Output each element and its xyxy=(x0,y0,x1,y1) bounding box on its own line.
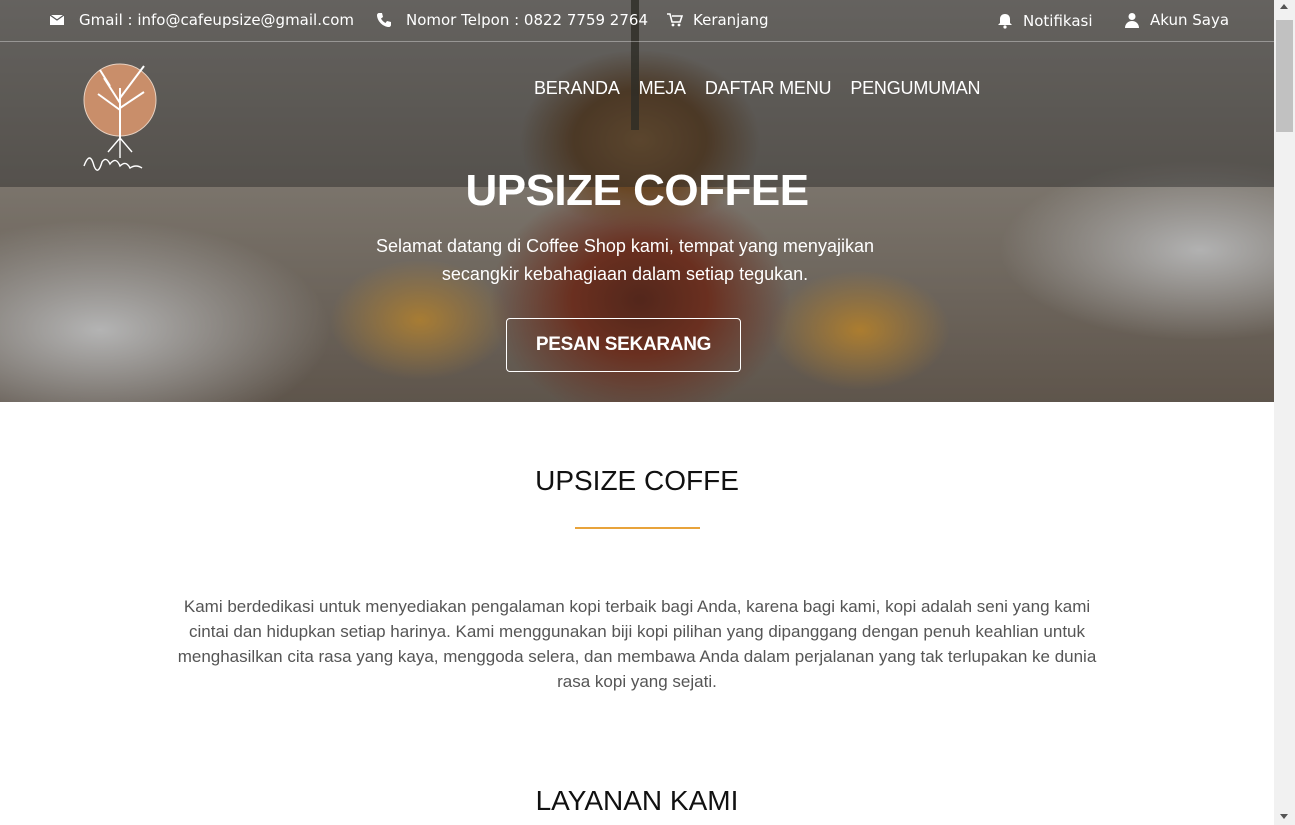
cart-label: Keranjang xyxy=(693,11,769,29)
scrollbar[interactable] xyxy=(1274,0,1295,825)
notification-label: Notifikasi xyxy=(1023,12,1093,30)
nav-daftar-menu[interactable]: DAFTAR MENU xyxy=(705,78,832,99)
services-title: LAYANAN KAMI xyxy=(535,785,739,816)
phone-text: Nomor Telpon : 0822 7759 2764 xyxy=(406,11,648,29)
scrollbar-thumb[interactable] xyxy=(1276,20,1293,132)
hero-subtitle: Selamat datang di Coffee Shop kami, temp… xyxy=(376,236,874,284)
nav-beranda[interactable]: BERANDA xyxy=(534,78,620,99)
upsize-logo[interactable] xyxy=(78,48,162,180)
scroll-up-arrow[interactable] xyxy=(1280,4,1288,9)
main-nav: BERANDA MEJA DAFTAR MENU PENGUMUMAN xyxy=(534,78,981,99)
email-text: Gmail : info@cafeupsize@gmail.com xyxy=(79,11,355,29)
phone-icon xyxy=(377,13,391,27)
bell-icon xyxy=(998,14,1012,29)
about-title: UPSIZE COFFE xyxy=(535,465,739,496)
about-text: Kami berdedikasi untuk menyediakan penga… xyxy=(177,597,1097,691)
account-link[interactable]: Akun Saya xyxy=(1124,11,1229,29)
account-label: Akun Saya xyxy=(1150,11,1230,29)
top-info-bar: Gmail : info@cafeupsize@gmail.com Nomor … xyxy=(0,0,1274,42)
notification-link[interactable]: Notifikasi xyxy=(997,12,1093,30)
mail-icon xyxy=(49,14,65,25)
cart-link[interactable]: Keranjang xyxy=(667,11,769,29)
scroll-down-arrow[interactable] xyxy=(1280,814,1288,819)
order-now-button[interactable]: PESAN SEKARANG xyxy=(506,318,741,372)
nav-meja[interactable]: MEJA xyxy=(639,78,686,99)
user-icon xyxy=(1125,13,1139,28)
hero-title: UPSIZE COFFEE xyxy=(465,166,809,215)
phone-info[interactable]: Nomor Telpon : 0822 7759 2764 xyxy=(376,11,648,29)
cart-icon xyxy=(667,13,683,27)
email-info[interactable]: Gmail : info@cafeupsize@gmail.com xyxy=(49,11,354,29)
hero-section: Gmail : info@cafeupsize@gmail.com Nomor … xyxy=(0,0,1274,402)
nav-pengumuman[interactable]: PENGUMUMAN xyxy=(850,78,980,99)
title-underline xyxy=(575,527,700,529)
